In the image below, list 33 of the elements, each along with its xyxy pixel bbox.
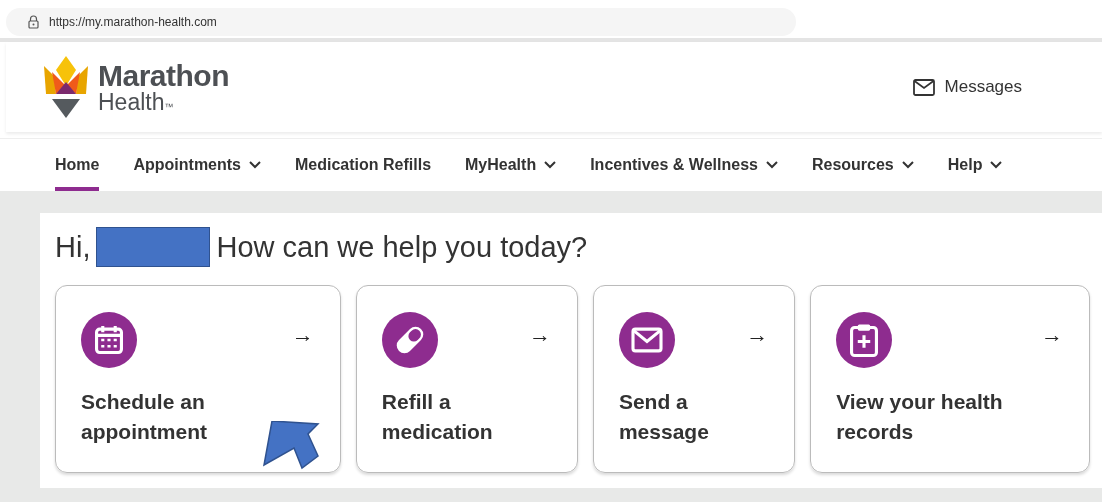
logo-subtitle: Health	[98, 88, 165, 115]
arrow-icon: →	[291, 322, 314, 348]
address-bar[interactable]: https://my.marathon-health.com	[6, 8, 796, 36]
nav-tab[interactable]: Resources	[811, 139, 914, 191]
pointer-arrow-drawing	[262, 421, 320, 471]
lock-icon	[28, 15, 39, 29]
greeting-question: How can we help you today?	[216, 230, 588, 264]
action-card[interactable]: → Refill a medication	[355, 285, 578, 473]
card-title: Send a message	[618, 389, 710, 445]
mail-icon	[618, 312, 675, 368]
nav-tab[interactable]: Help	[947, 139, 1003, 191]
nav-tab[interactable]: Appointments	[133, 139, 261, 191]
arrow-icon: →	[1041, 322, 1063, 348]
arrow-icon: →	[746, 322, 769, 348]
card-title: View your health records	[836, 389, 1004, 445]
clipboard-icon	[836, 312, 893, 368]
mail-icon	[912, 78, 935, 96]
nav-tab[interactable]: MyHealth	[465, 139, 557, 191]
url-text: https://my.marathon-health.com	[49, 15, 217, 29]
nav-tab[interactable]: Incentives & Wellness	[590, 139, 778, 191]
logo-name: Marathon	[98, 60, 229, 91]
nav-tab[interactable]: Medication Refills	[295, 139, 432, 191]
logo-icon	[44, 56, 88, 118]
calendar-icon	[81, 312, 137, 368]
card-title: Refill a medication	[381, 389, 494, 445]
messages-link[interactable]: Messages	[912, 77, 1022, 97]
greeting-text: Hi,	[55, 230, 91, 264]
action-card[interactable]: → View your health records	[810, 285, 1090, 473]
trademark-mark: ™	[164, 101, 174, 112]
pill-icon	[381, 312, 438, 368]
card-title: Schedule an appointment	[81, 389, 208, 445]
arrow-icon: →	[528, 322, 551, 348]
action-card[interactable]: → Send a message	[592, 285, 796, 473]
